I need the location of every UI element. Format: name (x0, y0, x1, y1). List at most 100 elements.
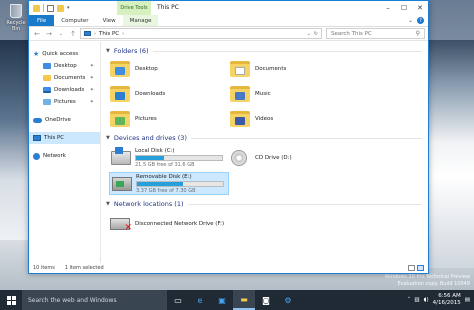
chevron-down-icon[interactable]: ▼ (106, 201, 110, 207)
maximize-button[interactable]: ☐ (396, 1, 412, 15)
store-bag-icon[interactable]: ◙ (255, 290, 277, 310)
drive-usage-fill (136, 155, 164, 160)
file-explorer-taskbar-icon[interactable]: ▬ (233, 290, 255, 310)
group-header-network[interactable]: ▼ Network locations (1) (106, 198, 428, 210)
search-input[interactable] (331, 30, 401, 37)
item-count: 10 items (33, 265, 55, 271)
close-button[interactable]: ✕ (412, 1, 428, 15)
sidebar-item-downloads[interactable]: Downloads ✦ (29, 84, 100, 96)
folder-tile-pictures[interactable]: Pictures (110, 108, 230, 129)
taskbar-search-box[interactable]: Search the web and Windows (22, 290, 167, 310)
help-icon[interactable]: ? (417, 17, 424, 24)
sidebar-item-onedrive[interactable]: OneDrive (29, 114, 100, 126)
breadcrumb-this-pc[interactable]: This PC (99, 31, 119, 37)
cloud-icon (33, 117, 42, 123)
view-buttons (408, 265, 428, 271)
chevron-down-icon[interactable]: ▼ (106, 135, 110, 141)
this-pc-icon (84, 31, 91, 36)
breadcrumb-chevron-icon[interactable]: › (94, 31, 96, 37)
taskbar: Search the web and Windows ▭ e ▣ ▬ ◙ ⚙ ˄… (0, 290, 474, 310)
drive-removable-e[interactable]: Removable Disk (E:) 3.37 GB free of 7.30… (109, 172, 229, 195)
breadcrumb-chevron-icon[interactable]: › (122, 31, 124, 37)
music-folder-icon (230, 85, 250, 102)
address-dropdown-icon[interactable]: ⌄ (307, 31, 311, 37)
sidebar-item-this-pc[interactable]: This PC (29, 132, 100, 144)
sidebar-item-desktop[interactable]: Desktop ✦ (29, 60, 100, 72)
documents-folder-icon (43, 75, 51, 81)
pin-icon: ✦ (89, 87, 94, 93)
watermark-line-2: Evaluation copy. Build 10049 (397, 281, 470, 287)
folder-tile-videos[interactable]: Videos (230, 108, 350, 129)
drive-usage-bar (135, 154, 223, 161)
clock[interactable]: 6:56 AM 4/16/2015 (433, 293, 461, 307)
pin-icon: ✦ (89, 99, 94, 105)
search-icon: ⚲ (415, 30, 420, 37)
tab-manage[interactable]: Manage (122, 15, 159, 26)
forward-arrow-icon[interactable]: → (44, 29, 54, 39)
recycle-bin-desktop-icon[interactable]: Recycle Bin (4, 4, 28, 32)
toolbar-divider (43, 4, 44, 12)
chevron-down-icon[interactable]: ▼ (106, 48, 110, 54)
windows-logo-icon (6, 295, 16, 305)
group-header-folders[interactable]: ▼ Folders (6) (106, 45, 428, 57)
tiles-view-icon[interactable] (417, 265, 424, 271)
sidebar-item-label: Downloads (54, 87, 85, 93)
desktop-wallpaper-right (428, 40, 474, 268)
notifications-icon[interactable]: ▤ (465, 297, 470, 303)
new-folder-icon[interactable] (57, 4, 64, 12)
drive-usage-fill (137, 181, 184, 186)
sidebar-item-label: Documents (54, 75, 86, 81)
group-header-devices[interactable]: ▼ Devices and drives (3) (106, 132, 428, 144)
show-hidden-icons-icon[interactable]: ˄ (408, 297, 411, 303)
group-divider (190, 137, 422, 139)
back-arrow-icon[interactable]: ← (32, 29, 42, 39)
folders-grid: Desktop Documents Downloads Music Pictur… (106, 58, 428, 129)
sidebar-item-label: This PC (44, 135, 65, 141)
folder-label: Pictures (135, 115, 157, 122)
settings-icon[interactable]: ⚙ (277, 290, 299, 310)
up-arrow-icon[interactable]: ↑ (68, 29, 78, 39)
address-bar[interactable]: › This PC › ⌄ ↻ (80, 28, 322, 39)
folder-label: Documents (255, 65, 287, 72)
properties-icon[interactable] (47, 4, 54, 12)
star-icon: ★ (33, 49, 40, 58)
sidebar-item-network[interactable]: Network (29, 150, 100, 162)
status-bar: 10 items 1 item selected (29, 263, 428, 273)
details-view-icon[interactable] (408, 265, 415, 271)
sidebar-item-label: Pictures (54, 99, 76, 105)
chevron-down-icon[interactable]: ▾ (67, 5, 70, 11)
folder-label: Downloads (135, 90, 166, 97)
sidebar-item-documents[interactable]: Documents ✦ (29, 72, 100, 84)
volume-icon[interactable]: ◖) (424, 297, 429, 303)
title-bar[interactable]: ▾ Drive Tools This PC – ☐ ✕ (29, 1, 428, 15)
store-icon[interactable]: ▣ (211, 290, 233, 310)
address-row: ← → ⌄ ↑ › This PC › ⌄ ↻ ⚲ (29, 27, 428, 41)
tab-file[interactable]: File (29, 15, 55, 26)
folder-tile-music[interactable]: Music (230, 83, 350, 104)
group-divider (187, 203, 422, 205)
drive-local-disk-c[interactable]: Local Disk (C:) 21.5 GB free of 31.6 GB (109, 146, 229, 169)
recycle-bin-icon (10, 4, 22, 18)
network-drive-f[interactable]: ✕ Disconnected Network Drive (F:) (106, 213, 428, 235)
folder-tile-documents[interactable]: Documents (230, 58, 350, 79)
pin-icon: ✦ (89, 63, 94, 69)
folder-tile-downloads[interactable]: Downloads (110, 83, 230, 104)
internet-explorer-icon[interactable]: e (189, 290, 211, 310)
task-view-icon[interactable]: ▭ (167, 290, 189, 310)
search-box[interactable]: ⚲ (326, 28, 425, 39)
tab-view[interactable]: View (96, 15, 123, 26)
sidebar-item-pictures[interactable]: Pictures ✦ (29, 96, 100, 108)
start-button[interactable] (0, 290, 22, 310)
network-tray-icon[interactable]: ▥ (414, 297, 419, 303)
folder-tile-desktop[interactable]: Desktop (110, 58, 230, 79)
expand-ribbon-icon[interactable]: ⌄ (408, 17, 413, 24)
minimize-button[interactable]: – (380, 1, 396, 15)
drive-tools-contextual-tab: Drive Tools (117, 1, 151, 15)
tab-computer[interactable]: Computer (54, 15, 95, 26)
recent-locations-icon[interactable]: ⌄ (56, 29, 66, 39)
drive-cd-d[interactable]: CD Drive (D:) (229, 146, 349, 169)
sidebar-item-quick-access[interactable]: ★ Quick access (29, 48, 100, 60)
selection-count: 1 item selected (64, 265, 104, 271)
removable-drive-icon (112, 176, 132, 191)
refresh-icon[interactable]: ↻ (314, 31, 318, 37)
